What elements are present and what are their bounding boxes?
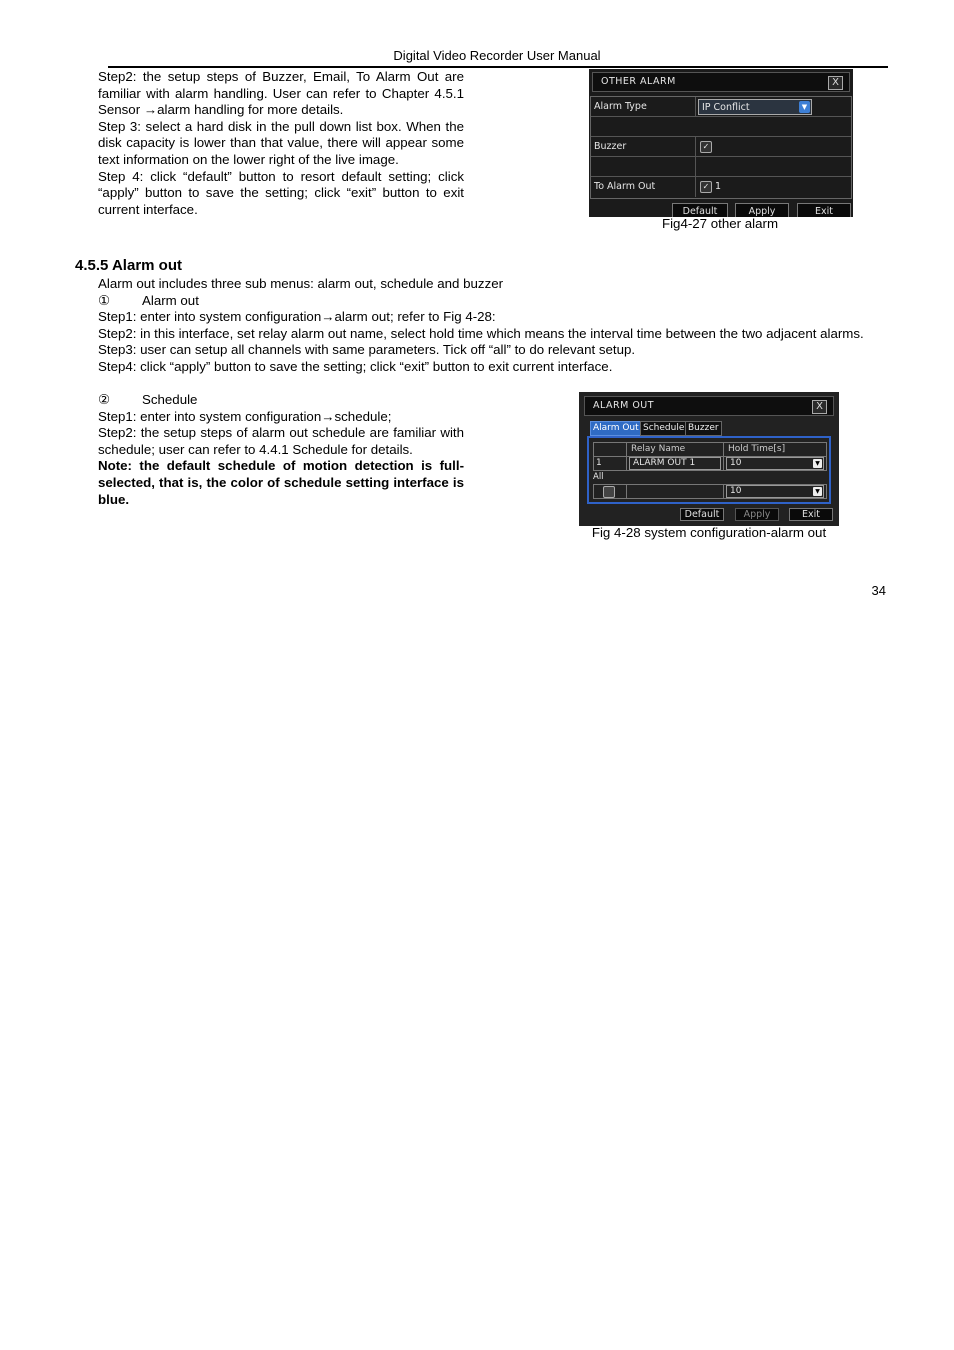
page-number: 34 (871, 583, 886, 598)
relay-name-input: ALARM OUT 1 (629, 457, 721, 470)
header-divider (108, 66, 888, 68)
document-header-title: Digital Video Recorder User Manual (393, 48, 601, 63)
chevron-down-icon: ▼ (799, 101, 810, 113)
all-hold-time-select: 10 ▼ (726, 485, 824, 498)
close-icon: X (812, 400, 827, 414)
row-empty (591, 117, 851, 137)
dialog-title: ALARM OUT (593, 400, 655, 411)
step-text: Step2: in this interface, set relay alar… (98, 325, 864, 341)
circled-number-1: ① (98, 292, 110, 308)
column-header-hold-time: Hold Time[s] (723, 442, 827, 457)
figure-caption: Fig4-27 other alarm (661, 216, 779, 231)
schedule-text-block: ② Schedule Step1: enter into system confi… (98, 392, 464, 508)
alarm-type-select: IP Conflict ▼ (698, 99, 812, 115)
checkbox-checked-icon: ✓ (700, 181, 712, 193)
alarm-out-channel: 1 (715, 181, 722, 192)
alarm-out-panel: Relay Name Hold Time[s] 1 ALARM OUT 1 10… (587, 436, 831, 504)
apply-button: Apply (735, 508, 779, 521)
row-label: To Alarm Out (594, 181, 656, 192)
step-text: Step1: enter into system configuration→s… (98, 408, 392, 424)
figure-caption: Fig 4-28 system configuration-alarm out (591, 525, 827, 540)
dialog-title-bar: OTHER ALARM X (592, 72, 850, 92)
dialog-title: OTHER ALARM (601, 76, 676, 87)
other-alarm-table: Alarm Type IP Conflict ▼ Buzzer ✓ To Ala… (590, 96, 852, 199)
intro-paragraph: Step2: the setup steps of Buzzer, Email,… (98, 69, 464, 118)
select-value: 10 (730, 486, 742, 496)
step-text: Step3: user can setup all channels with … (98, 342, 636, 358)
subsection-title: ② Schedule (98, 392, 198, 407)
alarm-out-dialog-figure: ALARM OUT X Alarm Out Schedule Buzzer Re… (579, 392, 839, 526)
section-intro: Alarm out includes three sub menus: alar… (98, 276, 504, 291)
close-icon: X (828, 76, 843, 90)
step-text: Step4: click “apply” button to save the … (98, 358, 613, 374)
column-header-relay-name: Relay Name (626, 442, 724, 457)
section-heading: 4.5.5 Alarm out (75, 257, 182, 274)
intro-paragraph: Step 4: click “default” button to resort… (98, 168, 464, 217)
exit-button: Exit (797, 203, 851, 217)
all-label: All (593, 472, 604, 482)
row-buzzer: Buzzer ✓ (591, 137, 851, 157)
tab-alarm-out: Alarm Out (590, 421, 642, 436)
exit-button: Exit (789, 508, 833, 521)
section-body: Alarm out includes three sub menus: alar… (98, 276, 886, 376)
apply-button: Apply (735, 203, 789, 217)
circled-number-2: ② (98, 392, 110, 407)
dialog-title-bar: ALARM OUT X (584, 396, 834, 416)
hold-time-select: 10 ▼ (726, 457, 824, 470)
note-text: Note: the default schedule of motion det… (98, 458, 464, 507)
tab-schedule: Schedule (640, 421, 688, 436)
select-value: IP Conflict (702, 102, 750, 113)
row-to-alarm-out: To Alarm Out ✓ 1 (591, 177, 851, 197)
default-button: Default (680, 508, 724, 521)
other-alarm-dialog-figure: OTHER ALARM X Alarm Type IP Conflict ▼ B… (589, 69, 853, 217)
step-text: Step2: the setup steps of alarm out sche… (98, 425, 464, 457)
intro-paragraph: Step 3: select a hard disk in the pull d… (98, 118, 464, 167)
tab-buzzer: Buzzer (685, 421, 722, 436)
checkbox-checked-icon: ✓ (700, 141, 712, 153)
row-alarm-type: Alarm Type IP Conflict ▼ (591, 97, 851, 117)
intro-text-block: Step2: the setup steps of Buzzer, Email,… (98, 69, 464, 218)
all-checkbox-icon (603, 486, 615, 498)
step-text: Step1: enter into system configuration→a… (98, 309, 496, 325)
default-button: Default (672, 203, 728, 217)
row-label: Buzzer (594, 141, 627, 152)
select-value: 10 (730, 458, 742, 468)
row-index: 1 (593, 456, 627, 471)
subsection-title: ① Alarm out (98, 292, 199, 308)
row-empty (591, 157, 851, 177)
chevron-down-icon: ▼ (813, 487, 822, 496)
row-label: Alarm Type (594, 101, 647, 112)
chevron-down-icon: ▼ (813, 459, 822, 468)
